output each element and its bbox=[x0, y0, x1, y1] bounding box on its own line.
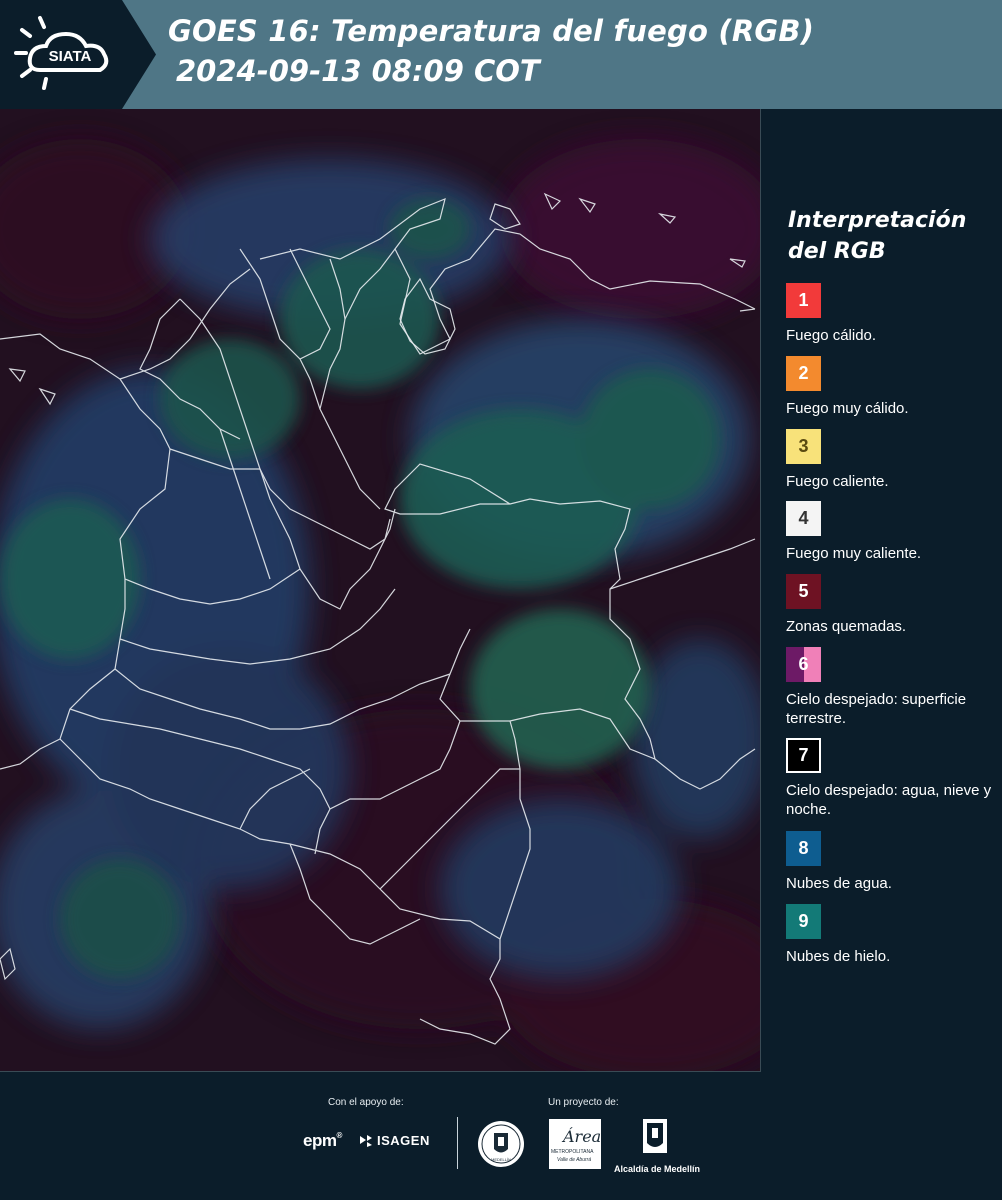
footer-divider bbox=[457, 1117, 458, 1169]
page-title: GOES 16: Temperatura del fuego (RGB) bbox=[168, 14, 815, 48]
legend-item: 5 Zonas quemadas. bbox=[786, 574, 996, 636]
area-logo-line3: Valle de Aburrá bbox=[557, 1157, 592, 1163]
epm-logo-text: epm bbox=[303, 1131, 337, 1150]
legend-label: Zonas quemadas. bbox=[786, 618, 907, 635]
legend-swatch: 4 bbox=[786, 501, 821, 536]
legend-item: 1 Fuego cálido. bbox=[786, 283, 996, 345]
legend-label: Fuego muy caliente. bbox=[786, 545, 922, 562]
legend-item: 7 Cielo despejado: agua, nieve y noche. bbox=[786, 738, 996, 819]
page-datetime: 2024-09-13 08:09 COT bbox=[176, 54, 540, 88]
legend-item: 4 Fuego muy caliente. bbox=[786, 501, 996, 563]
legend-number: 2 bbox=[798, 363, 809, 383]
legend-label: Fuego cálido. bbox=[786, 327, 877, 344]
isagen-logo: ISAGEN bbox=[358, 1133, 430, 1148]
alcaldia-logo: Alcaldía de Medellín bbox=[612, 1119, 702, 1174]
legend-title-line2: del RGB bbox=[788, 239, 886, 264]
legend-title: Interpretación del RGB bbox=[788, 205, 988, 267]
legend-item: 9 Nubes de hielo. bbox=[786, 904, 996, 966]
footer: Con el apoyo de: Un proyecto de: epm® IS… bbox=[0, 1071, 1002, 1200]
epm-logo: epm® bbox=[303, 1131, 342, 1150]
legend-label: Fuego muy cálido. bbox=[786, 400, 909, 417]
legend-label: Nubes de agua. bbox=[786, 875, 892, 892]
logo-text: SIATA bbox=[49, 48, 92, 65]
legend-swatch: 3 bbox=[786, 429, 821, 464]
satellite-map bbox=[0, 109, 761, 1072]
legend-swatch: 5 bbox=[786, 574, 821, 609]
legend-item: 8 Nubes de agua. bbox=[786, 831, 996, 893]
legend-panel: Interpretación del RGB 1 Fuego cálido. 2 Fu… bbox=[760, 109, 1002, 1071]
area-logo-line1: Área bbox=[563, 1127, 602, 1146]
legend-swatch: 1 bbox=[786, 283, 821, 318]
legend-label: Nubes de hielo. bbox=[786, 948, 891, 965]
legend-swatch: 9 bbox=[786, 904, 821, 939]
legend-number: 5 bbox=[798, 581, 809, 601]
legend-swatch: 8 bbox=[786, 831, 821, 866]
project-label: Un proyecto de: bbox=[548, 1097, 619, 1108]
alcaldia-shield-icon bbox=[643, 1119, 667, 1153]
legend-number: 9 bbox=[798, 911, 809, 931]
satellite-image bbox=[0, 109, 760, 1071]
isagen-icon bbox=[358, 1134, 374, 1148]
legend-number: 4 bbox=[798, 508, 809, 528]
legend-item: 3 Fuego caliente. bbox=[786, 429, 996, 491]
siata-logo: SIATA bbox=[0, 0, 122, 109]
medellin-seal-logo: MEDELLÍN bbox=[476, 1119, 526, 1169]
legend-item: 2 Fuego muy cálido. bbox=[786, 356, 996, 418]
support-label: Con el apoyo de: bbox=[328, 1097, 404, 1108]
alcaldia-logo-text: Alcaldía de Medellín bbox=[613, 1164, 701, 1174]
legend-label: Fuego caliente. bbox=[786, 473, 889, 490]
legend-swatch: 2 bbox=[786, 356, 821, 391]
legend-label: Cielo despejado: superficie terrestre. bbox=[786, 691, 967, 727]
legend-number: 6 bbox=[798, 654, 809, 674]
legend-item: 6 Cielo despejado: superficie terrestre. bbox=[786, 647, 996, 728]
area-metropolitana-logo: Área METROPOLITANA Valle de Aburrá bbox=[549, 1119, 601, 1169]
legend-label: Cielo despejado: agua, nieve y noche. bbox=[786, 782, 992, 818]
area-logo-line2: METROPOLITANA bbox=[551, 1149, 594, 1155]
isagen-logo-text: ISAGEN bbox=[377, 1133, 430, 1148]
header: SIATA GOES 16: Temperatura del fuego (RG… bbox=[0, 0, 1002, 109]
legend-title-line1: Interpretación bbox=[788, 208, 967, 233]
seal-text: MEDELLÍN bbox=[490, 1157, 511, 1162]
legend-number: 1 bbox=[798, 290, 809, 310]
legend-number: 3 bbox=[798, 436, 809, 456]
legend-swatch: 6 bbox=[786, 647, 821, 682]
legend-swatch: 7 bbox=[786, 738, 821, 773]
legend-number: 8 bbox=[798, 838, 809, 858]
legend-number: 7 bbox=[798, 745, 809, 765]
